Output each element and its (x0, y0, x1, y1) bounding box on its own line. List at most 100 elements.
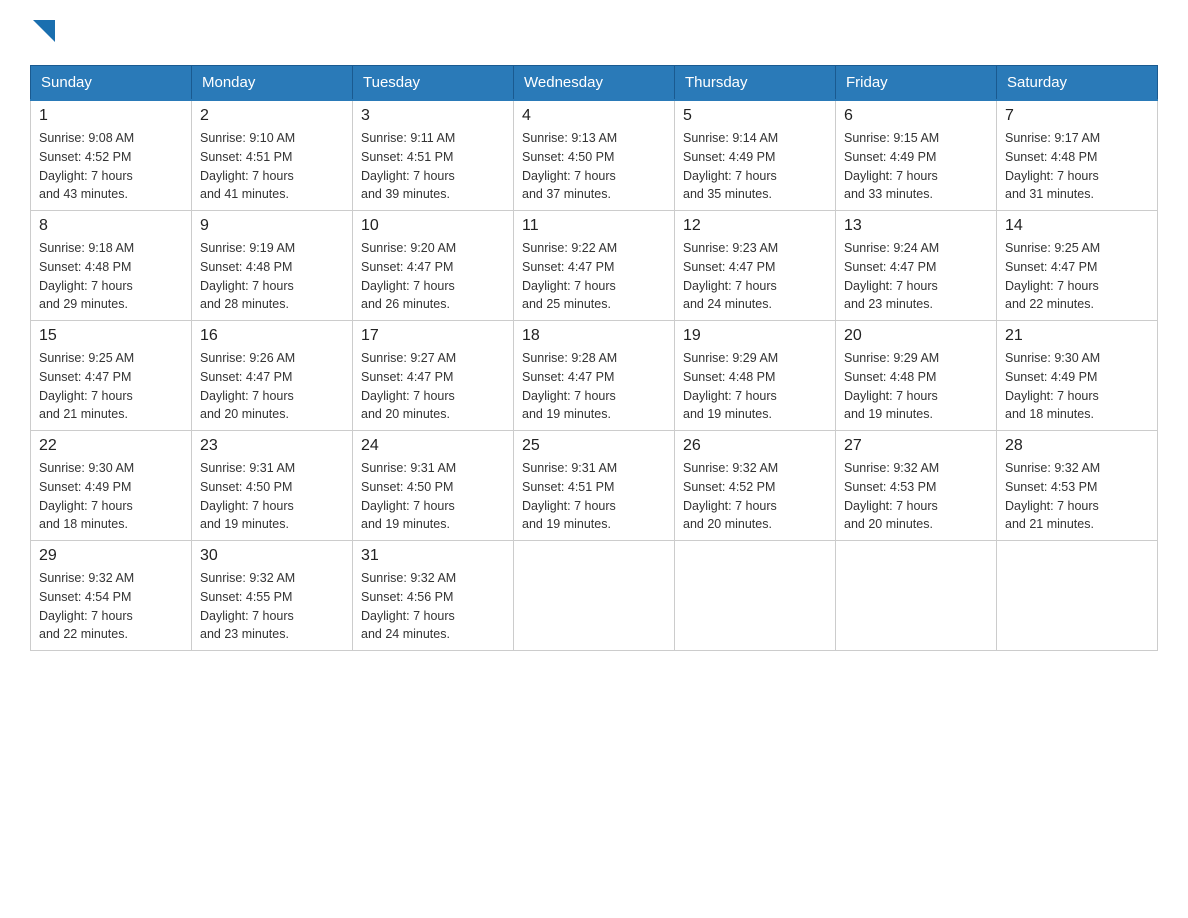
day-number: 7 (1005, 107, 1149, 125)
calendar-cell: 5 Sunrise: 9:14 AMSunset: 4:49 PMDayligh… (675, 100, 836, 211)
calendar-cell: 26 Sunrise: 9:32 AMSunset: 4:52 PMDaylig… (675, 431, 836, 541)
day-number: 12 (683, 217, 827, 235)
calendar-cell: 20 Sunrise: 9:29 AMSunset: 4:48 PMDaylig… (836, 321, 997, 431)
calendar-cell: 16 Sunrise: 9:26 AMSunset: 4:47 PMDaylig… (192, 321, 353, 431)
logo-arrow-icon (33, 20, 55, 42)
day-info: Sunrise: 9:32 AMSunset: 4:56 PMDaylight:… (361, 571, 456, 641)
calendar-cell: 31 Sunrise: 9:32 AMSunset: 4:56 PMDaylig… (353, 541, 514, 651)
calendar-cell: 18 Sunrise: 9:28 AMSunset: 4:47 PMDaylig… (514, 321, 675, 431)
col-header-wednesday: Wednesday (514, 66, 675, 101)
calendar-cell: 15 Sunrise: 9:25 AMSunset: 4:47 PMDaylig… (31, 321, 192, 431)
day-number: 2 (200, 107, 344, 125)
day-number: 5 (683, 107, 827, 125)
calendar-cell: 11 Sunrise: 9:22 AMSunset: 4:47 PMDaylig… (514, 211, 675, 321)
calendar-cell: 6 Sunrise: 9:15 AMSunset: 4:49 PMDayligh… (836, 100, 997, 211)
calendar-cell: 2 Sunrise: 9:10 AMSunset: 4:51 PMDayligh… (192, 100, 353, 211)
day-number: 1 (39, 107, 183, 125)
day-info: Sunrise: 9:32 AMSunset: 4:53 PMDaylight:… (1005, 461, 1100, 531)
calendar-cell (675, 541, 836, 651)
day-number: 18 (522, 327, 666, 345)
calendar-cell: 29 Sunrise: 9:32 AMSunset: 4:54 PMDaylig… (31, 541, 192, 651)
day-info: Sunrise: 9:13 AMSunset: 4:50 PMDaylight:… (522, 131, 617, 201)
day-number: 30 (200, 547, 344, 565)
calendar-cell: 30 Sunrise: 9:32 AMSunset: 4:55 PMDaylig… (192, 541, 353, 651)
day-number: 22 (39, 437, 183, 455)
day-info: Sunrise: 9:14 AMSunset: 4:49 PMDaylight:… (683, 131, 778, 201)
day-info: Sunrise: 9:26 AMSunset: 4:47 PMDaylight:… (200, 351, 295, 421)
day-number: 20 (844, 327, 988, 345)
calendar-week-row: 8 Sunrise: 9:18 AMSunset: 4:48 PMDayligh… (31, 211, 1158, 321)
day-info: Sunrise: 9:18 AMSunset: 4:48 PMDaylight:… (39, 241, 134, 311)
day-info: Sunrise: 9:25 AMSunset: 4:47 PMDaylight:… (39, 351, 134, 421)
calendar-cell: 24 Sunrise: 9:31 AMSunset: 4:50 PMDaylig… (353, 431, 514, 541)
calendar-cell: 3 Sunrise: 9:11 AMSunset: 4:51 PMDayligh… (353, 100, 514, 211)
calendar-cell (836, 541, 997, 651)
day-number: 27 (844, 437, 988, 455)
day-number: 10 (361, 217, 505, 235)
page-header (30, 20, 1158, 47)
calendar-cell: 14 Sunrise: 9:25 AMSunset: 4:47 PMDaylig… (997, 211, 1158, 321)
day-info: Sunrise: 9:19 AMSunset: 4:48 PMDaylight:… (200, 241, 295, 311)
day-info: Sunrise: 9:31 AMSunset: 4:50 PMDaylight:… (361, 461, 456, 531)
day-info: Sunrise: 9:20 AMSunset: 4:47 PMDaylight:… (361, 241, 456, 311)
col-header-friday: Friday (836, 66, 997, 101)
col-header-saturday: Saturday (997, 66, 1158, 101)
day-info: Sunrise: 9:30 AMSunset: 4:49 PMDaylight:… (39, 461, 134, 531)
day-info: Sunrise: 9:22 AMSunset: 4:47 PMDaylight:… (522, 241, 617, 311)
day-info: Sunrise: 9:32 AMSunset: 4:52 PMDaylight:… (683, 461, 778, 531)
day-number: 21 (1005, 327, 1149, 345)
col-header-tuesday: Tuesday (353, 66, 514, 101)
calendar-cell: 4 Sunrise: 9:13 AMSunset: 4:50 PMDayligh… (514, 100, 675, 211)
day-number: 9 (200, 217, 344, 235)
col-header-thursday: Thursday (675, 66, 836, 101)
day-info: Sunrise: 9:08 AMSunset: 4:52 PMDaylight:… (39, 131, 134, 201)
day-info: Sunrise: 9:31 AMSunset: 4:50 PMDaylight:… (200, 461, 295, 531)
calendar-cell: 8 Sunrise: 9:18 AMSunset: 4:48 PMDayligh… (31, 211, 192, 321)
day-number: 6 (844, 107, 988, 125)
calendar-cell: 10 Sunrise: 9:20 AMSunset: 4:47 PMDaylig… (353, 211, 514, 321)
day-info: Sunrise: 9:10 AMSunset: 4:51 PMDaylight:… (200, 131, 295, 201)
calendar-cell: 19 Sunrise: 9:29 AMSunset: 4:48 PMDaylig… (675, 321, 836, 431)
day-number: 14 (1005, 217, 1149, 235)
calendar-cell: 25 Sunrise: 9:31 AMSunset: 4:51 PMDaylig… (514, 431, 675, 541)
calendar-cell: 7 Sunrise: 9:17 AMSunset: 4:48 PMDayligh… (997, 100, 1158, 211)
day-info: Sunrise: 9:30 AMSunset: 4:49 PMDaylight:… (1005, 351, 1100, 421)
calendar-cell: 9 Sunrise: 9:19 AMSunset: 4:48 PMDayligh… (192, 211, 353, 321)
day-info: Sunrise: 9:17 AMSunset: 4:48 PMDaylight:… (1005, 131, 1100, 201)
day-info: Sunrise: 9:32 AMSunset: 4:55 PMDaylight:… (200, 571, 295, 641)
calendar-week-row: 15 Sunrise: 9:25 AMSunset: 4:47 PMDaylig… (31, 321, 1158, 431)
calendar-table: SundayMondayTuesdayWednesdayThursdayFrid… (30, 65, 1158, 651)
day-number: 23 (200, 437, 344, 455)
day-number: 31 (361, 547, 505, 565)
day-info: Sunrise: 9:28 AMSunset: 4:47 PMDaylight:… (522, 351, 617, 421)
calendar-cell: 17 Sunrise: 9:27 AMSunset: 4:47 PMDaylig… (353, 321, 514, 431)
calendar-header-row: SundayMondayTuesdayWednesdayThursdayFrid… (31, 66, 1158, 101)
day-info: Sunrise: 9:25 AMSunset: 4:47 PMDaylight:… (1005, 241, 1100, 311)
day-info: Sunrise: 9:31 AMSunset: 4:51 PMDaylight:… (522, 461, 617, 531)
col-header-monday: Monday (192, 66, 353, 101)
calendar-week-row: 1 Sunrise: 9:08 AMSunset: 4:52 PMDayligh… (31, 100, 1158, 211)
day-number: 11 (522, 217, 666, 235)
day-info: Sunrise: 9:15 AMSunset: 4:49 PMDaylight:… (844, 131, 939, 201)
day-number: 25 (522, 437, 666, 455)
day-number: 29 (39, 547, 183, 565)
day-info: Sunrise: 9:32 AMSunset: 4:53 PMDaylight:… (844, 461, 939, 531)
calendar-cell: 27 Sunrise: 9:32 AMSunset: 4:53 PMDaylig… (836, 431, 997, 541)
calendar-cell: 13 Sunrise: 9:24 AMSunset: 4:47 PMDaylig… (836, 211, 997, 321)
calendar-cell: 12 Sunrise: 9:23 AMSunset: 4:47 PMDaylig… (675, 211, 836, 321)
calendar-cell: 22 Sunrise: 9:30 AMSunset: 4:49 PMDaylig… (31, 431, 192, 541)
day-number: 17 (361, 327, 505, 345)
day-number: 3 (361, 107, 505, 125)
calendar-cell: 28 Sunrise: 9:32 AMSunset: 4:53 PMDaylig… (997, 431, 1158, 541)
day-number: 28 (1005, 437, 1149, 455)
day-number: 19 (683, 327, 827, 345)
day-number: 13 (844, 217, 988, 235)
day-info: Sunrise: 9:27 AMSunset: 4:47 PMDaylight:… (361, 351, 456, 421)
day-number: 24 (361, 437, 505, 455)
calendar-cell (514, 541, 675, 651)
day-number: 4 (522, 107, 666, 125)
calendar-cell: 21 Sunrise: 9:30 AMSunset: 4:49 PMDaylig… (997, 321, 1158, 431)
day-number: 16 (200, 327, 344, 345)
day-number: 26 (683, 437, 827, 455)
calendar-cell: 23 Sunrise: 9:31 AMSunset: 4:50 PMDaylig… (192, 431, 353, 541)
